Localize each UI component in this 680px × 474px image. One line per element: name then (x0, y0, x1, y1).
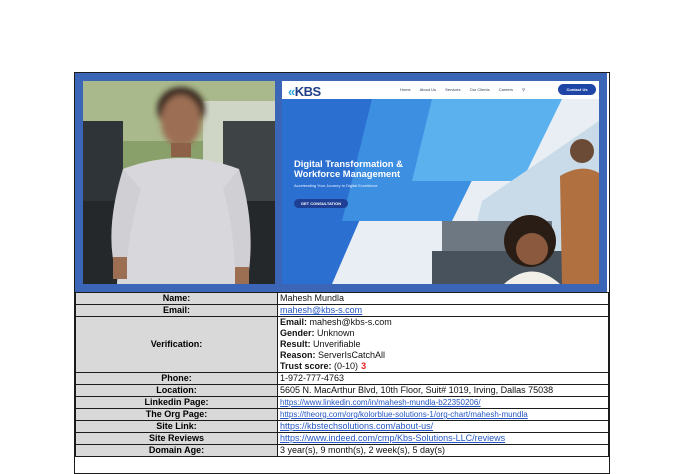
verification-label: Verification: (75, 316, 278, 373)
nav-clients: Our Clients (469, 87, 490, 92)
get-consultation-button: GET CONSULTATION (294, 199, 348, 208)
table-row: Name: Mahesh Mundla (75, 292, 609, 305)
site-link-label: Site Link: (75, 420, 278, 433)
email-label: Email: (75, 304, 278, 317)
kbs-logo: «KBS (288, 84, 321, 99)
org-page-link[interactable]: https://theorg.com/org/kolorblue-solutio… (280, 410, 528, 419)
hero-title: Digital Transformation & Workforce Manag… (294, 158, 403, 179)
nav-careers: Careers (498, 87, 513, 92)
contact-us-button: Contact Us (558, 84, 596, 95)
image-banner: «KBS Home About Us Services Our Clients … (75, 73, 607, 292)
domain-age-value: 3 year(s), 9 month(s), 2 week(s), 5 day(… (277, 444, 609, 457)
profile-photo (83, 81, 275, 284)
site-link[interactable]: https://kbstechsolutions.com/about-us/ (280, 421, 433, 431)
table-row: Linkedin Page: https://www.linkedin.com/… (75, 396, 609, 409)
company-website-screenshot: «KBS Home About Us Services Our Clients … (282, 81, 599, 284)
trust-score-value: 3 (361, 361, 367, 371)
verification-details: Email: mahesh@kbs-s.com Gender: Unknown … (277, 316, 609, 373)
table-row: Site Reviews https://www.indeed.com/cmp/… (75, 432, 609, 445)
table-row: Location: 5605 N. MacArthur Blvd, 10th F… (75, 384, 609, 397)
phone-value: 1-972-777-4763 (277, 372, 609, 385)
site-reviews-link[interactable]: https://www.indeed.com/cmp/Kbs-Solutions… (280, 433, 505, 443)
nav-home: Home (400, 87, 411, 92)
name-value: Mahesh Mundla (277, 292, 609, 305)
linkedin-link[interactable]: https://www.linkedin.com/in/mahesh-mundl… (280, 398, 481, 407)
email-link[interactable]: mahesh@kbs-s.com (280, 305, 362, 315)
location-label: Location: (75, 384, 278, 397)
domain-age-label: Domain Age: (75, 444, 278, 457)
table-row: Domain Age: 3 year(s), 9 month(s), 2 wee… (75, 444, 609, 457)
table-row: The Org Page: https://theorg.com/org/kol… (75, 408, 609, 421)
table-row: Phone: 1-972-777-4763 (75, 372, 609, 385)
profile-document: «KBS Home About Us Services Our Clients … (74, 72, 610, 474)
phone-label: Phone: (75, 372, 278, 385)
table-row: Site Link: https://kbstechsolutions.com/… (75, 420, 609, 433)
table-row: Email: mahesh@kbs-s.com (75, 304, 609, 317)
table-row: Verification: Email: mahesh@kbs-s.com Ge… (75, 316, 609, 373)
hero-subtitle: Accelerating Your Journey to Digital Exc… (294, 183, 378, 188)
linkedin-label: Linkedin Page: (75, 396, 278, 409)
search-icon: ⚲ (522, 87, 526, 92)
org-page-label: The Org Page: (75, 408, 278, 421)
site-reviews-label: Site Reviews (75, 432, 278, 445)
website-nav: «KBS Home About Us Services Our Clients … (282, 81, 599, 99)
nav-about: About Us (419, 87, 437, 92)
nav-services: Services (445, 87, 461, 92)
details-table: Name: Mahesh Mundla Email: mahesh@kbs-s.… (75, 292, 609, 457)
location-value: 5605 N. MacArthur Blvd, 10th Floor, Suit… (277, 384, 609, 397)
name-label: Name: (75, 292, 278, 305)
